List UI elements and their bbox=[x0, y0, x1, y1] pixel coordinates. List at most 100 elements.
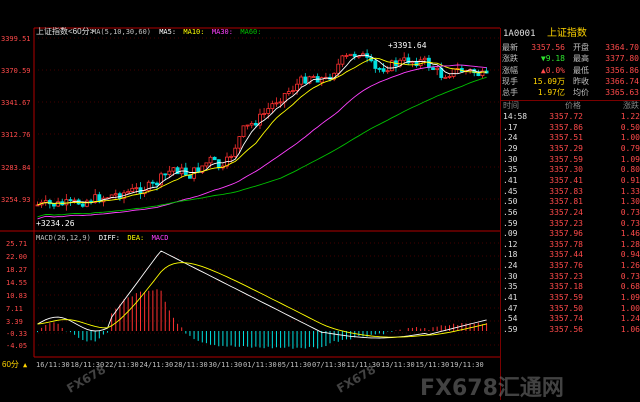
candle bbox=[274, 102, 279, 105]
tick-price: 3357.30 bbox=[549, 165, 583, 175]
quote-row: 最新 3357.56 开盘 3364.70 bbox=[501, 42, 640, 53]
candle bbox=[295, 83, 299, 91]
kline-chart[interactable]: 3399.51 3370.59 3341.67 3312.76 3283.84 3254.… bbox=[0, 0, 500, 400]
quote-label: 现手 bbox=[502, 76, 518, 86]
tick-row[interactable]: .09 3357.96 1.46 bbox=[501, 229, 640, 240]
candle bbox=[150, 181, 155, 184]
quote-row: 总手 1.97亿 均价 3365.63 bbox=[501, 87, 640, 98]
quote-label: 最新 bbox=[502, 43, 518, 52]
tick-price: 3357.18 bbox=[549, 282, 583, 292]
tick-price: 3357.96 bbox=[549, 229, 583, 239]
price-tick-label: 3254.93 bbox=[1, 196, 31, 204]
tick-change: 1.26 bbox=[620, 261, 640, 271]
tick-change: 1.33 bbox=[620, 186, 640, 196]
candle bbox=[443, 76, 448, 79]
macd-tick-label: 14.55 bbox=[6, 279, 27, 287]
stock-name: 上证指数 bbox=[546, 28, 587, 39]
tick-row[interactable]: .35 3357.18 0.68 bbox=[501, 282, 640, 293]
tick-price: 3357.78 bbox=[549, 239, 583, 249]
tick-change: 1.30 bbox=[620, 197, 640, 207]
candle bbox=[43, 200, 48, 203]
x-date-label: 28/11:30 bbox=[174, 361, 208, 369]
tick-price: 3357.51 bbox=[549, 133, 583, 143]
tick-time: .47 bbox=[503, 303, 518, 313]
candle bbox=[134, 187, 139, 190]
candle bbox=[233, 147, 238, 157]
tick-time: .24 bbox=[503, 133, 518, 143]
tick-time: .54 bbox=[503, 314, 518, 324]
candle bbox=[64, 199, 69, 206]
tick-change: 1.09 bbox=[620, 293, 640, 303]
quote-label: 昨收 bbox=[573, 76, 589, 86]
quote-label: 涨跌 bbox=[502, 54, 518, 64]
tick-time: .29 bbox=[503, 143, 518, 153]
tick-change: 0.94 bbox=[620, 250, 640, 260]
tick-row[interactable]: .59 3357.56 1.06 bbox=[501, 325, 640, 336]
macd-tick-label: -0.33 bbox=[6, 330, 27, 338]
tick-row[interactable]: .54 3357.74 1.24 bbox=[501, 314, 640, 325]
tick-change: 0.73 bbox=[620, 271, 640, 281]
tick-row[interactable]: .47 3357.50 1.00 bbox=[501, 304, 640, 315]
quote-label: 最高 bbox=[573, 54, 589, 64]
tick-price: 3357.72 bbox=[549, 112, 583, 121]
x-date-label: 13/11:30 bbox=[381, 361, 415, 369]
tick-row[interactable]: .17 3357.86 0.50 bbox=[501, 123, 640, 134]
tick-time: .12 bbox=[503, 239, 518, 249]
tick-change: 1.46 bbox=[620, 229, 640, 239]
stock-code: 1A0001 bbox=[503, 29, 536, 39]
tick-time: .59 bbox=[503, 325, 518, 334]
tick-price: 3357.74 bbox=[549, 314, 583, 324]
quote-value: 3356.86 bbox=[605, 65, 639, 75]
tick-time: 14:58 bbox=[503, 112, 528, 121]
tick-row[interactable]: .50 3357.81 1.30 bbox=[501, 197, 640, 208]
x-date-label: 01/11:30 bbox=[243, 361, 277, 369]
tick-row[interactable]: .59 3357.23 0.73 bbox=[501, 219, 640, 230]
macd-tick-label: 25.71 bbox=[6, 240, 27, 248]
quote-value: ▼9.18 bbox=[540, 54, 565, 64]
tick-row[interactable]: .24 3357.51 1.00 bbox=[501, 133, 640, 144]
low-annotation: +3234.26 bbox=[36, 219, 75, 228]
period-label[interactable]: 60分 bbox=[2, 360, 19, 369]
tick-row[interactable]: .35 3357.30 0.80 bbox=[501, 165, 640, 176]
tick-change: 1.00 bbox=[620, 303, 640, 313]
tick-price: 3357.59 bbox=[549, 154, 583, 164]
quote-value: 1.97亿 bbox=[537, 88, 565, 98]
tick-row[interactable]: .30 3357.23 0.73 bbox=[501, 272, 640, 283]
candle bbox=[303, 76, 308, 84]
x-date-label: 22/11:30 bbox=[105, 361, 139, 369]
tick-row[interactable]: .12 3357.78 1.28 bbox=[501, 240, 640, 251]
candle bbox=[344, 55, 349, 57]
tick-change: 0.73 bbox=[620, 207, 640, 217]
tick-price: 3357.24 bbox=[549, 207, 583, 217]
candle bbox=[319, 77, 324, 83]
tick-row[interactable]: .24 3357.76 1.26 bbox=[501, 261, 640, 272]
tick-change: 1.09 bbox=[620, 154, 640, 164]
tick-price: 3357.50 bbox=[549, 303, 583, 313]
candle bbox=[431, 67, 435, 71]
quote-label: 涨幅 bbox=[502, 65, 518, 75]
tick-row[interactable]: .29 3357.29 0.79 bbox=[501, 144, 640, 155]
tick-change: 1.22 bbox=[620, 112, 640, 121]
tick-time: .59 bbox=[503, 218, 518, 228]
tick-row[interactable]: 14:58 3357.72 1.22 bbox=[501, 112, 640, 123]
candle bbox=[266, 108, 271, 114]
candle bbox=[253, 122, 258, 126]
tick-row[interactable]: .56 3357.24 0.73 bbox=[501, 208, 640, 219]
candle bbox=[291, 90, 295, 92]
tick-price: 3357.76 bbox=[549, 261, 583, 271]
candle bbox=[249, 122, 254, 126]
candle bbox=[381, 68, 386, 72]
candle bbox=[299, 76, 304, 85]
tick-row[interactable]: .41 3357.59 1.09 bbox=[501, 293, 640, 304]
x-date-label: 07/11:30 bbox=[312, 361, 346, 369]
tick-row[interactable]: .45 3357.83 1.33 bbox=[501, 187, 640, 198]
quote-value: 3366.74 bbox=[605, 76, 639, 86]
tick-change: 0.50 bbox=[620, 122, 640, 132]
tick-row[interactable]: .30 3357.59 1.09 bbox=[501, 155, 640, 166]
candle bbox=[56, 201, 60, 207]
tick-price: 3357.59 bbox=[549, 293, 583, 303]
tick-price: 3357.56 bbox=[549, 325, 583, 334]
macd-tick-label: 10.83 bbox=[6, 292, 27, 300]
tick-row[interactable]: .41 3357.41 0.91 bbox=[501, 176, 640, 187]
tick-row[interactable]: .18 3357.44 0.94 bbox=[501, 250, 640, 261]
